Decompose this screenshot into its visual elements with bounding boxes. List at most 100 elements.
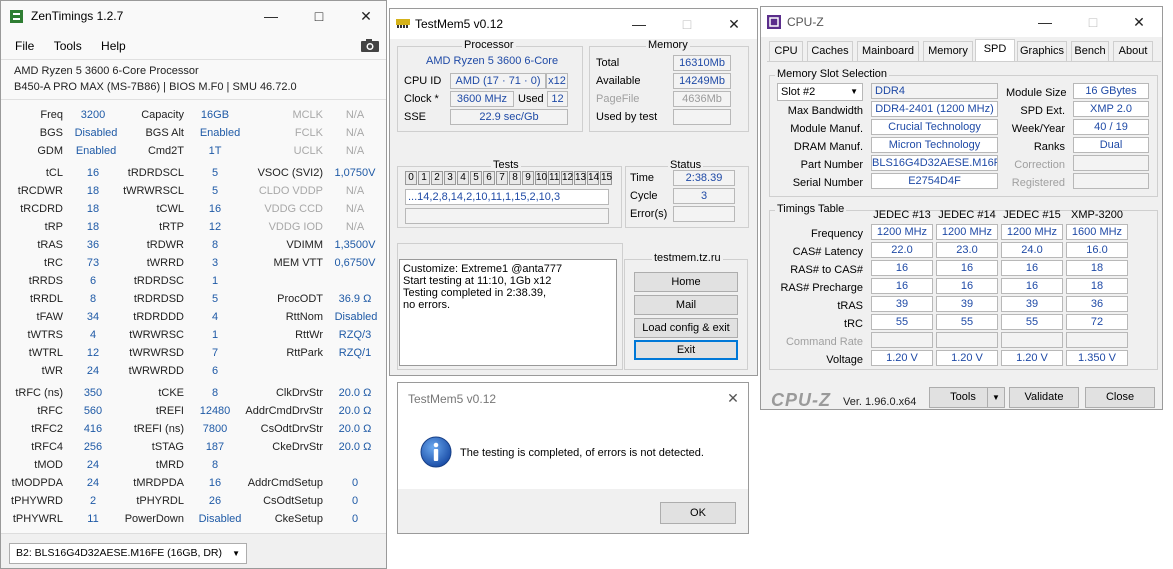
minimize-button[interactable]: — <box>254 1 288 31</box>
timing-label: tWTRL <box>28 347 63 359</box>
timing-label: GDM <box>37 145 63 157</box>
testmem-titlebar[interactable]: TestMem5 v0.12 — □ ✕ <box>390 9 757 39</box>
cpu-id-label: CPU ID <box>404 75 442 87</box>
completion-dialog: TestMem5 v0.12 ✕ The testing is complete… <box>397 382 749 534</box>
close-button[interactable]: ✕ <box>1122 7 1156 37</box>
module-select-value: B2: BLS16G4D32AESE.M16FE (16GB, DR) <box>16 547 223 559</box>
timing-label: Cmd2T <box>147 145 184 157</box>
timing-label: VDIMM <box>286 239 323 251</box>
timing-label: Freq <box>40 109 63 121</box>
test-cell: 5 <box>470 171 482 185</box>
timings-cell: 16 <box>871 260 933 276</box>
zentimings-footer: B2: BLS16G4D32AESE.M16FE (16GB, DR) ▼ <box>1 533 386 568</box>
timing-label: RttPark <box>286 347 323 359</box>
mail-button[interactable]: Mail <box>634 295 738 315</box>
memory-group-label: Memory <box>646 39 690 51</box>
tab-graphics[interactable]: Graphics <box>1017 41 1067 61</box>
tab-cpu[interactable]: CPU <box>769 41 803 61</box>
zentimings-titlebar[interactable]: ZenTimings 1.2.7 — □ ✕ <box>1 1 386 31</box>
separator <box>1 59 386 60</box>
timing-label: RttNom <box>285 311 323 323</box>
validate-button[interactable]: Validate <box>1009 387 1079 408</box>
tab-caches[interactable]: Caches <box>807 41 853 61</box>
close-button[interactable]: ✕ <box>716 383 748 413</box>
ok-button[interactable]: OK <box>660 502 736 524</box>
timings-cell <box>871 332 933 348</box>
test-cell: 7 <box>496 171 508 185</box>
correction-value <box>1073 155 1149 171</box>
tools-dropdown-button[interactable]: ▼ <box>987 387 1005 408</box>
test-cell: 15 <box>600 171 613 185</box>
zentimings-title: ZenTimings 1.2.7 <box>31 9 124 23</box>
timings-row-label: CAS# Latency <box>792 246 863 258</box>
zentimings-window: ZenTimings 1.2.7 — □ ✕ File Tools Help A… <box>0 0 387 569</box>
timing-value: N/A <box>345 221 365 233</box>
correction-label: Correction <box>1014 159 1065 171</box>
timing-label: tRFC <box>37 405 63 417</box>
maximize-button[interactable]: □ <box>302 1 336 31</box>
close-button[interactable]: ✕ <box>717 9 751 39</box>
memory-chip-icon <box>396 19 410 28</box>
timings-cell: 24.0 <box>1001 242 1063 258</box>
minimize-button[interactable]: — <box>1028 7 1062 37</box>
available-value: 14249Mb <box>673 73 731 89</box>
timing-label: tWRWRSC <box>129 329 184 341</box>
tab-spd[interactable]: SPD <box>975 39 1015 62</box>
timing-label: ClkDrvStr <box>275 387 323 399</box>
cycle-label: Cycle <box>630 190 658 202</box>
test-cell: 12 <box>561 171 574 185</box>
close-button[interactable]: ✕ <box>349 1 383 31</box>
home-button[interactable]: Home <box>634 272 738 292</box>
tab-mainboard[interactable]: Mainboard <box>857 41 919 61</box>
menu-help[interactable]: Help <box>101 39 126 53</box>
tab-bench[interactable]: Bench <box>1071 41 1109 61</box>
cycle-value: 3 <box>673 188 735 204</box>
spd-ext-value: XMP 2.0 <box>1073 101 1149 117</box>
timing-label: tRFC4 <box>31 441 63 453</box>
test-cell: 13 <box>574 171 587 185</box>
used-value: 12 <box>547 91 568 107</box>
timings-cell: 72 <box>1066 314 1128 330</box>
tests-group-label: Tests <box>491 159 521 171</box>
menu-file[interactable]: File <box>15 39 34 53</box>
timing-label: tFAW <box>36 311 63 323</box>
load-config-exit-button[interactable]: Load config & exit <box>634 318 738 338</box>
close-cpuz-button[interactable]: Close <box>1085 387 1155 408</box>
camera-icon[interactable] <box>361 39 379 52</box>
cpuz-titlebar[interactable]: CPU-Z — □ ✕ <box>761 7 1162 37</box>
timing-label: tMOD <box>34 459 63 471</box>
exit-button[interactable]: Exit <box>634 340 738 360</box>
timing-label: VDDG IOD <box>268 221 323 233</box>
site-label: testmem.tz.ru <box>652 252 723 264</box>
pagefile-label: PageFile <box>596 93 640 105</box>
log-line: no errors. <box>403 299 451 311</box>
timings-row-label: tRAS <box>837 300 863 312</box>
test-progress-bar <box>405 208 609 224</box>
serial-number-value: E2754D4F <box>871 173 998 189</box>
timing-label: tRC <box>44 257 63 269</box>
menu-tools[interactable]: Tools <box>54 39 82 53</box>
processor-group-label: Processor <box>462 39 516 51</box>
log-area[interactable]: Customize: Extreme1 @anta777 Start testi… <box>399 259 617 366</box>
timings-cell: 16 <box>1001 278 1063 294</box>
errors-label: Error(s) <box>630 208 668 220</box>
timing-label: tRCDWR <box>17 185 63 197</box>
test-cell: 8 <box>509 171 521 185</box>
tab-about[interactable]: About <box>1113 41 1153 61</box>
timing-label: tSTAG <box>151 441 184 453</box>
thread-count: x12 <box>546 73 568 89</box>
slot-select[interactable]: Slot #2 ▼ <box>777 83 863 101</box>
tab-memory[interactable]: Memory <box>923 41 973 61</box>
cpu-name: AMD Ryzen 5 3600 6-Core <box>426 55 559 67</box>
time-label: Time <box>630 172 655 184</box>
week-year-value: 40 / 19 <box>1073 119 1149 135</box>
separator <box>1 99 386 100</box>
ranks-value: Dual <box>1073 137 1149 153</box>
test-cell: 1 <box>418 171 430 185</box>
timing-label: AddrCmdDrvStr <box>245 405 323 417</box>
minimize-button[interactable]: — <box>622 9 656 39</box>
test-cell: 9 <box>522 171 534 185</box>
cpuz-logo: CPU-Z <box>771 390 831 410</box>
module-select[interactable]: B2: BLS16G4D32AESE.M16FE (16GB, DR) ▼ <box>9 543 247 564</box>
timing-label: tPHYRDL <box>136 495 184 507</box>
